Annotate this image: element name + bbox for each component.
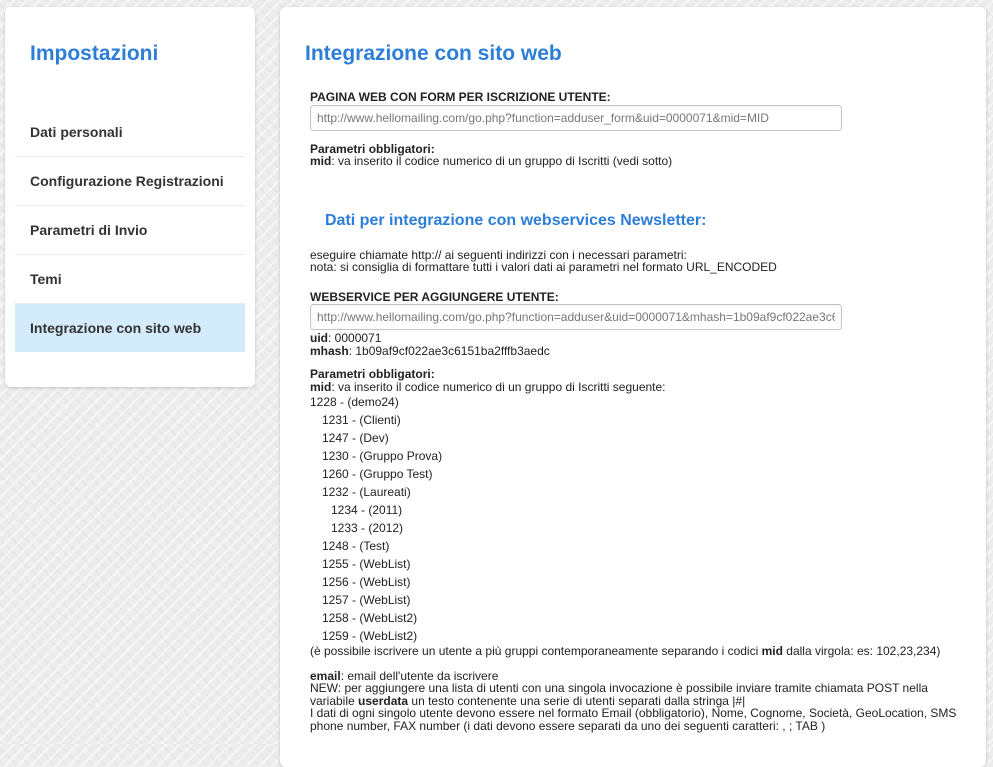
mhash-line: mhash: 1b09af9cf022ae3c6151ba2fffb3aedc xyxy=(310,343,961,358)
group-item: 1259 - (WebList2) xyxy=(322,629,418,643)
group-item: 1260 - (Gruppo Test) xyxy=(322,467,433,481)
form-page-label: PAGINA WEB CON FORM PER ISCRIZIONE UTENT… xyxy=(310,90,611,104)
menu-item-send-parameters[interactable]: Parametri di Invio xyxy=(15,206,245,255)
mhash-value: : 1b09af9cf022ae3c6151ba2fffb3aedc xyxy=(348,343,550,358)
adduser-url-field[interactable] xyxy=(310,304,842,330)
group-item: 1256 - (WebList) xyxy=(322,575,411,589)
group-item: 1248 - (Test) xyxy=(322,539,390,553)
group-item: 1255 - (WebList) xyxy=(322,557,411,571)
group-item: 1247 - (Dev) xyxy=(322,431,389,445)
new-userdata-note: NEW: per aggiungere una lista di utenti … xyxy=(310,682,961,707)
form-mid-note: mid: va inserito il codice numerico di u… xyxy=(310,155,961,168)
group-item: 1257 - (WebList) xyxy=(322,593,411,607)
settings-sidebar: Impostazioni Dati personali Configurazio… xyxy=(5,7,255,387)
mid-key: mid xyxy=(310,154,332,168)
mid-key: mid xyxy=(310,379,332,394)
group-item: 1234 - (2011) xyxy=(331,503,403,517)
multi-group-note: (è possibile iscrivere un utente a più g… xyxy=(310,645,961,658)
form-page-url-field[interactable] xyxy=(310,104,842,131)
main-panel: Integrazione con sito web PAGINA WEB CON… xyxy=(280,7,986,767)
menu-item-registration-config[interactable]: Configurazione Registrazioni xyxy=(15,157,245,206)
webservices-title: Dati per integrazione con webservices Ne… xyxy=(325,211,707,229)
webservices-note: nota: si consiglia di formattare tutti i… xyxy=(310,260,777,274)
group-item: 1258 - (WebList2) xyxy=(322,611,418,625)
mid-description: : va inserito il codice numerico di un g… xyxy=(331,379,666,394)
group-item: 1228 - (demo24) xyxy=(310,395,399,409)
adduser-label: WEBSERVICE PER AGGIUNGERE UTENTE: xyxy=(310,289,559,304)
adduser-mid-note: mid: va inserito il codice numerico di u… xyxy=(310,379,961,394)
multi-note-text: (è possibile iscrivere un utente a più g… xyxy=(310,644,762,658)
format-note: I dati di ogni singolo utente devono ess… xyxy=(310,706,957,733)
settings-menu: Dati personali Configurazione Registrazi… xyxy=(15,108,245,352)
multi-note-mid: mid xyxy=(761,644,783,658)
group-item: 1233 - (2012) xyxy=(331,521,404,535)
menu-item-themes[interactable]: Temi xyxy=(15,255,245,304)
menu-item-personal-data[interactable]: Dati personali xyxy=(15,108,245,157)
mid-description: : va inserito il codice numerico di un g… xyxy=(331,154,673,168)
group-list: 1228 - (demo24) 1231 - (Clienti) 1247 - (D… xyxy=(310,393,961,645)
group-item: 1231 - (Clienti) xyxy=(322,413,401,427)
menu-item-website-integration[interactable]: Integrazione con sito web xyxy=(15,304,245,352)
mhash-key: mhash xyxy=(310,343,349,358)
page-title: Integrazione con sito web xyxy=(305,42,562,65)
multi-note-example: dalla virgola: es: 102,23,234) xyxy=(782,644,941,658)
integration-content: PAGINA WEB CON FORM PER ISCRIZIONE UTENT… xyxy=(305,66,961,732)
sidebar-title: Impostazioni xyxy=(30,42,159,65)
group-item: 1230 - (Gruppo Prova) xyxy=(322,449,443,463)
group-item: 1232 - (Laureati) xyxy=(322,485,411,499)
